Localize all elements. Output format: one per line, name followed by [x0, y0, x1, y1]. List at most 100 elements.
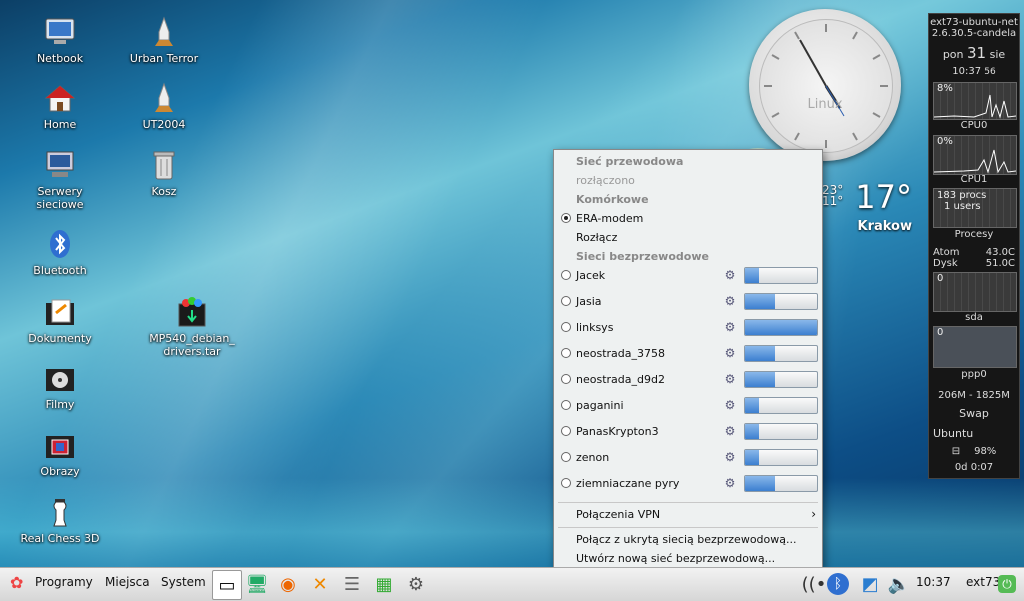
clock-face [759, 19, 893, 153]
show-desktop-icon[interactable]: ▭ [212, 570, 242, 600]
sda-label: sda [965, 312, 983, 323]
archive-icon [174, 294, 210, 330]
wireless-network-item[interactable]: zenon ⚙ [554, 446, 822, 470]
panel-clock[interactable]: 10:37 [916, 575, 951, 589]
folder-documents-icon [42, 294, 78, 330]
signal-strength-bar [744, 397, 818, 414]
radio-button [561, 296, 571, 306]
network-tray-icon[interactable]: ((• [800, 570, 828, 598]
update-tray-icon[interactable]: ◩ [856, 570, 884, 598]
wireless-network-item[interactable]: paganini ⚙ [554, 394, 822, 418]
text-editor-icon[interactable]: ☰ [338, 570, 366, 598]
signal-strength-bar [744, 319, 818, 336]
desktop-icon-urban-terror[interactable]: Urban Terror [124, 14, 204, 65]
processes-label: Procesy [954, 229, 994, 240]
wireless-network-item[interactable]: Jacek ⚙ [554, 264, 822, 288]
vpn-connections-item[interactable]: Połączenia VPN › [554, 503, 822, 527]
sda-graph: 0 [933, 272, 1017, 312]
wireless-network-item[interactable]: Jasia ⚙ [554, 290, 822, 314]
desktop-icon-ut2004[interactable]: UT2004 [124, 80, 204, 131]
computer-icon [42, 14, 78, 50]
bluetooth-tray-icon[interactable]: ᛒ [827, 573, 849, 595]
settings-gear-icon[interactable]: ⚙ [402, 570, 430, 598]
hostname: ext73-ubuntu-net [930, 17, 1018, 28]
memory-usage: 206M - 1825M [938, 390, 1010, 401]
desktop-icon-bluetooth[interactable]: Bluetooth [20, 226, 100, 277]
spreadsheet-icon[interactable]: ▦ [370, 570, 398, 598]
cpu0-label: CPU0 [960, 120, 988, 131]
wireless-network-item[interactable]: PanasKrypton3 ⚙ [554, 420, 822, 444]
network-icon [42, 147, 78, 183]
network-lock-icon: ⚙ [724, 476, 736, 490]
signal-strength-bar [744, 449, 818, 466]
signal-strength-bar [744, 267, 818, 284]
menu-places[interactable]: Miejsca [105, 575, 150, 589]
network-menu: Sieć przewodowa rozłączono Komórkowe ERA… [553, 149, 823, 569]
battery-icon: ⊟ [951, 446, 961, 457]
weather-city: Krakow [857, 219, 913, 234]
desktop-icon-real-chess[interactable]: Real Chess 3D [20, 494, 100, 545]
radio-button [561, 374, 571, 384]
network-lock-icon: ⚙ [724, 372, 736, 386]
desktop-icon-trash[interactable]: Kosz [124, 147, 204, 198]
wireless-network-item[interactable]: linksys ⚙ [554, 316, 822, 340]
uptime: 0d 0:07 [954, 462, 994, 473]
network-lock-icon: ⚙ [724, 294, 736, 308]
folder-video-icon [42, 360, 78, 396]
desktop-icon-documents[interactable]: Dokumenty [20, 294, 100, 345]
monitor-icon[interactable]: 🖥 [243, 570, 271, 598]
signal-strength-bar [744, 371, 818, 388]
network-lock-icon: ⚙ [724, 450, 736, 464]
desktop-icon-network-servers[interactable]: Serwery sieciowe [20, 147, 100, 211]
swap-label: Swap [959, 407, 989, 420]
kernel-version: 2.6.30.5-candela [931, 28, 1017, 39]
radio-button [561, 478, 571, 488]
cpu1-label: CPU1 [960, 174, 988, 185]
signal-strength-bar [744, 423, 818, 440]
desktop-icon-pictures[interactable]: Obrazy [20, 427, 100, 478]
radio-button [561, 426, 571, 436]
signal-strength-bar [744, 293, 818, 310]
wireless-network-item[interactable]: neostrada_3758 ⚙ [554, 342, 822, 366]
system-monitor-panel: ext73-ubuntu-net 2.6.30.5-candela pon 31… [928, 13, 1020, 479]
radio-button [561, 348, 571, 358]
analog-clock-widget: Linux [749, 9, 901, 161]
volume-icon[interactable]: 🔈 [885, 570, 913, 598]
radio-button [561, 400, 571, 410]
network-lock-icon: ⚙ [724, 346, 736, 360]
shutdown-icon[interactable]: ⏻ [998, 575, 1016, 593]
firefox-icon[interactable]: ◉ [274, 570, 302, 598]
date-line: pon 31 sie [942, 44, 1006, 62]
radio-selected [561, 213, 571, 223]
scissors-icon[interactable]: ✕ [306, 570, 334, 598]
desktop-icon-films[interactable]: Filmy [20, 360, 100, 411]
network-lock-icon: ⚙ [724, 320, 736, 334]
menu-programs[interactable]: Programy [35, 575, 93, 589]
network-lock-icon: ⚙ [724, 268, 736, 282]
wireless-network-item[interactable]: neostrada_d9d2 ⚙ [554, 368, 822, 392]
time-line: 10:37 56 [952, 66, 996, 77]
rocket-icon [146, 14, 182, 50]
wallpaper-glow [0, 478, 1024, 568]
wireless-network-item[interactable]: ziemniaczane pyry ⚙ [554, 472, 822, 496]
radio-button [561, 322, 571, 332]
gnome-foot-icon: ✿ [10, 573, 24, 592]
battery-level: ⊟ 98% [951, 446, 997, 457]
rocket-icon [146, 80, 182, 116]
bluetooth-icon [42, 226, 78, 262]
submenu-arrow-icon: › [811, 507, 816, 521]
user-name[interactable]: ext73 [966, 575, 1000, 589]
signal-strength-bar [744, 345, 818, 362]
ppp0-label: ppp0 [961, 369, 987, 380]
desktop-icon-mp540-drivers[interactable]: MP540_debian_ drivers.tar [149, 294, 235, 358]
chess-icon [42, 494, 78, 530]
trash-icon [146, 147, 182, 183]
radio-button [561, 270, 571, 280]
network-lock-icon: ⚙ [724, 424, 736, 438]
menu-system[interactable]: System [161, 575, 206, 589]
ppp0-graph: 0 [933, 326, 1017, 368]
desktop-icon-netbook[interactable]: Netbook [20, 14, 100, 65]
weather-temperature: 17° [855, 178, 912, 216]
desktop-icon-home[interactable]: Home [20, 80, 100, 131]
radio-button [561, 452, 571, 462]
